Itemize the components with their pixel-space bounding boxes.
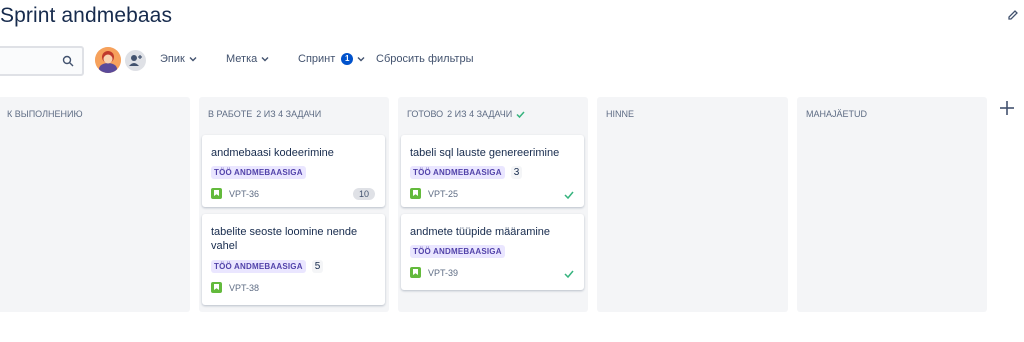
column-title: MAHAJÄETUD — [806, 109, 868, 119]
column-count: 2 ИЗ 4 ЗАДАЧИ — [447, 109, 513, 119]
avatar-icon — [95, 47, 121, 73]
epic-row: TÖÖ ANDMEBAASIGA 3 — [410, 166, 523, 179]
search-input[interactable] — [0, 46, 84, 76]
sprint-count-badge: 1 — [341, 53, 354, 65]
issue-key[interactable]: VPT-25 — [428, 189, 458, 199]
column-header: MAHAJÄETUD — [806, 109, 867, 119]
check-icon — [516, 110, 525, 118]
epic-row: TÖÖ ANDMEBAASIGA 5 — [211, 260, 324, 273]
avatar[interactable] — [95, 47, 121, 73]
key-row: VPT-39 — [410, 267, 458, 278]
reset-filters-button[interactable]: Сбросить фильтры — [376, 53, 474, 65]
search-icon — [62, 55, 74, 67]
check-icon — [564, 191, 574, 200]
card-title: tabelite seoste loomine nende vahel — [211, 226, 358, 252]
story-icon — [410, 188, 421, 199]
key-row: VPT-38 — [211, 282, 259, 293]
column-title: К ВЫПОЛНЕНИЮ — [7, 109, 83, 119]
column-header: К ВЫПОЛНЕНИЮ — [7, 109, 83, 119]
plus-icon[interactable] — [997, 98, 1017, 118]
column-title: HINNE — [606, 109, 635, 119]
chevron-down-icon — [189, 57, 197, 62]
estimate-badge: 5 — [311, 260, 324, 273]
issue-card[interactable]: andmebaasi kodeerimine TÖÖ ANDMEBAASIGA … — [202, 135, 385, 207]
key-row: VPT-36 — [211, 188, 259, 199]
edit-icon[interactable] — [1006, 8, 1020, 22]
card-title: tabeli sql lauste genereerimine — [410, 147, 560, 159]
column-hinne: HINNE — [597, 97, 788, 312]
card-title: andmebaasi kodeerimine — [211, 147, 334, 159]
issue-card[interactable]: andmete tüüpide määramine TÖÖ ANDMEBAASI… — [401, 214, 584, 290]
column-title: В РАБОТЕ — [208, 109, 253, 119]
story-icon — [410, 267, 421, 278]
epic-row: TÖÖ ANDMEBAASIGA — [211, 166, 306, 179]
issue-key[interactable]: VPT-36 — [229, 189, 259, 199]
column-in-progress: В РАБОТЕ 2 ИЗ 4 ЗАДАЧИ andmebaasi kodeer… — [199, 97, 389, 312]
add-user-button[interactable] — [125, 50, 146, 71]
column-done: ГОТОВО 2 ИЗ 4 ЗАДАЧИ tabeli sql lauste g… — [398, 97, 588, 312]
estimate-badge: 10 — [352, 188, 375, 200]
column-header: ГОТОВО 2 ИЗ 4 ЗАДАЧИ — [407, 109, 525, 119]
sprint-filter[interactable]: Спринт 1 — [298, 53, 365, 65]
story-icon — [211, 282, 222, 293]
issue-card[interactable]: tabelite seoste loomine nende vahel TÖÖ … — [202, 214, 385, 305]
epic-label: TÖÖ ANDMEBAASIGA — [410, 166, 505, 179]
issue-key[interactable]: VPT-39 — [428, 268, 458, 278]
column-header: HINNE — [606, 109, 634, 119]
key-row: VPT-25 — [410, 188, 458, 199]
filter-toolbar: Эпик Метка Спринт 1 Сбросить фильтры — [0, 46, 1024, 76]
column-mahajaetud: MAHAJÄETUD — [797, 97, 987, 312]
column-title: ГОТОВО — [407, 109, 444, 119]
epic-label: TÖÖ ANDMEBAASIGA — [211, 260, 306, 273]
epic-row: TÖÖ ANDMEBAASIGA — [410, 245, 505, 258]
add-user-icon — [129, 55, 142, 66]
card-title: andmete tüüpide määramine — [410, 226, 551, 238]
label-filter-label: Метка — [226, 53, 258, 65]
issue-key[interactable]: VPT-38 — [229, 283, 259, 293]
check-icon — [564, 270, 574, 279]
issue-card[interactable]: tabeli sql lauste genereerimine TÖÖ ANDM… — [401, 135, 584, 207]
epic-filter[interactable]: Эпик — [160, 53, 197, 65]
sprint-filter-label: Спринт — [298, 53, 336, 65]
epic-label: TÖÖ ANDMEBAASIGA — [211, 166, 306, 179]
story-icon — [211, 188, 222, 199]
chevron-down-icon — [261, 57, 269, 62]
column-header: В РАБОТЕ 2 ИЗ 4 ЗАДАЧИ — [208, 109, 321, 119]
epic-filter-label: Эпик — [160, 53, 185, 65]
chevron-down-icon — [357, 57, 365, 62]
epic-label: TÖÖ ANDMEBAASIGA — [410, 245, 505, 258]
column-todo: К ВЫПОЛНЕНИЮ — [0, 97, 190, 312]
column-count: 2 ИЗ 4 ЗАДАЧИ — [256, 109, 322, 119]
page-title: Sprint andmebaas — [0, 4, 173, 27]
estimate-badge: 3 — [510, 166, 523, 179]
label-filter[interactable]: Метка — [226, 53, 269, 65]
